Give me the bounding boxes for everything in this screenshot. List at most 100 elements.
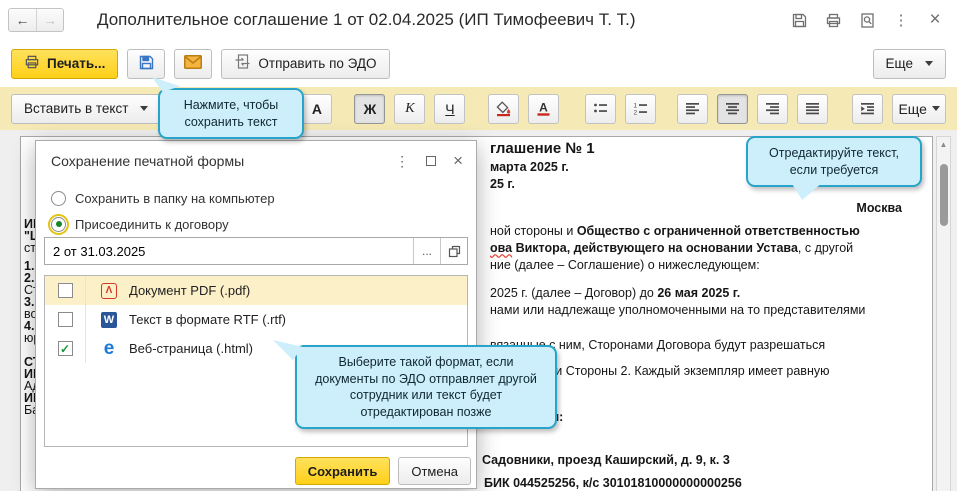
cancel-button[interactable]: Отмена xyxy=(398,457,471,485)
numbered-list-button[interactable]: 12 xyxy=(625,94,656,124)
font-button[interactable]: A xyxy=(301,94,332,124)
save-icon[interactable] xyxy=(789,10,809,30)
align-left-icon xyxy=(684,100,701,117)
insert-to-text-label: Вставить в текст xyxy=(24,101,128,116)
forward-arrow-icon: → xyxy=(43,12,57,28)
checkbox-icon[interactable] xyxy=(58,312,73,327)
nav-group: ← → xyxy=(8,8,64,32)
align-right-button[interactable] xyxy=(757,94,788,124)
edit-hint-callout: Отредактируйте текст, если требуется xyxy=(746,136,922,187)
format-label: Веб-страница (.html) xyxy=(129,341,253,356)
word-icon: W xyxy=(101,312,117,328)
dialog-title: Сохранение печатной формы xyxy=(51,153,244,169)
chevron-down-icon xyxy=(140,106,148,111)
edo-exchange-icon xyxy=(234,54,251,73)
maximize-icon[interactable] xyxy=(426,156,436,166)
chevron-down-icon xyxy=(932,106,940,111)
radio-label: Сохранить в папку на компьютер xyxy=(75,191,275,206)
preview-icon[interactable] xyxy=(857,10,877,30)
checkbox-cell xyxy=(45,305,86,334)
bold-button[interactable]: Ж xyxy=(354,94,385,124)
more-icon[interactable]: ⋮ xyxy=(395,154,409,168)
format-hint-text: Выберите такой формат, если документы по… xyxy=(315,355,537,419)
more-label: Еще xyxy=(898,101,927,117)
chevron-down-icon xyxy=(925,61,933,66)
checkbox-cell: ✓ xyxy=(45,334,86,363)
align-center-icon xyxy=(724,100,741,117)
more-button-toolbar2[interactable]: Еще xyxy=(892,94,946,124)
main-toolbar: Печать... Отправить по ЭДО Еще xyxy=(0,40,957,87)
checkbox-icon[interactable] xyxy=(58,283,73,298)
save-dialog: Сохранение печатной формы ⋮ × Сохранить … xyxy=(35,140,477,489)
back-button[interactable]: ← xyxy=(9,9,36,31)
more-icon[interactable]: ⋮ xyxy=(891,10,911,30)
align-center-button[interactable] xyxy=(717,94,748,124)
save-hint-callout: Нажмите, чтобы сохранить текст xyxy=(158,88,304,139)
format-hint-callout: Выберите такой формат, если документы по… xyxy=(295,345,557,429)
pdf-icon: Λ xyxy=(101,283,117,299)
save-destination-radio-group: Сохранить в папку на компьютер Присоедини… xyxy=(51,185,275,237)
align-justify-button[interactable] xyxy=(797,94,828,124)
radio-icon[interactable] xyxy=(51,191,66,206)
radio-icon[interactable] xyxy=(51,217,66,232)
scroll-up-icon[interactable]: ▲ xyxy=(937,140,950,149)
dialog-header: Сохранение печатной формы ⋮ × xyxy=(36,141,476,169)
print-button-label: Печать... xyxy=(47,56,105,71)
page-title: Дополнительное соглашение 1 от 02.04.202… xyxy=(97,10,636,30)
font-color-icon: A xyxy=(535,100,552,117)
radio-label: Присоединить к договору xyxy=(75,217,229,232)
mail-button[interactable] xyxy=(174,49,212,79)
font-color-button[interactable]: A xyxy=(528,94,559,124)
insert-to-text-button[interactable]: Вставить в текст xyxy=(11,94,161,124)
close-icon[interactable]: × xyxy=(925,10,945,30)
vertical-scrollbar[interactable]: ▲ xyxy=(936,136,951,491)
forward-button[interactable]: → xyxy=(36,9,63,31)
dialog-window-icons: ⋮ × xyxy=(395,152,463,169)
numbered-list-icon: 12 xyxy=(632,100,649,117)
save-button[interactable] xyxy=(127,49,165,79)
radio-option-0[interactable]: Сохранить в папку на компьютер xyxy=(51,185,275,211)
fill-color-icon xyxy=(495,100,512,117)
radio-option-1[interactable]: Присоединить к договору xyxy=(51,211,275,237)
format-toolbar: Вставить в текст A ЖК Ч A 12 Еще xyxy=(0,87,957,130)
svg-text:1: 1 xyxy=(634,103,638,110)
indent-icon xyxy=(859,100,876,117)
send-edo-button[interactable]: Отправить по ЭДО xyxy=(221,49,389,79)
send-edo-label: Отправить по ЭДО xyxy=(258,56,376,71)
more-button-toolbar1[interactable]: Еще xyxy=(873,49,946,79)
format-row-1[interactable]: W Текст в формате RTF (.rtf) xyxy=(45,305,467,334)
titlebar: ← → Дополнительное соглашение 1 от 02.04… xyxy=(0,0,957,40)
format-row-0[interactable]: Λ Документ PDF (.pdf) xyxy=(45,276,467,305)
font-glyph: A xyxy=(312,101,322,117)
close-icon[interactable]: × xyxy=(453,152,463,169)
more-label: Еще xyxy=(886,56,913,71)
align-justify-icon xyxy=(804,100,821,117)
edit-hint-text: Отредактируйте текст, если требуется xyxy=(769,146,899,177)
underline-button[interactable]: Ч xyxy=(434,94,465,124)
format-label: Текст в формате RTF (.rtf) xyxy=(129,312,286,327)
contract-field-value[interactable]: 2 от 31.03.2025 xyxy=(45,244,413,259)
window-icons: ⋮ × xyxy=(789,10,945,30)
checkbox-checked-icon[interactable]: ✓ xyxy=(58,341,73,356)
align-left-button[interactable] xyxy=(677,94,708,124)
underline-glyph: Ч xyxy=(445,101,454,117)
print-button[interactable]: Печать... xyxy=(11,49,118,79)
svg-text:2: 2 xyxy=(634,110,638,117)
scrollbar-thumb[interactable] xyxy=(940,164,948,226)
back-arrow-icon: ← xyxy=(16,12,30,28)
choose-button[interactable]: ... xyxy=(413,238,440,264)
edge-icon: e xyxy=(104,339,115,358)
bullet-list-button[interactable] xyxy=(585,94,616,124)
printer-icon xyxy=(24,54,40,73)
format-label: Документ PDF (.pdf) xyxy=(129,283,250,298)
open-link-icon[interactable] xyxy=(440,238,467,264)
app-window: ← → Дополнительное соглашение 1 от 02.04… xyxy=(0,0,957,491)
italic-button[interactable]: К xyxy=(394,94,425,124)
print-icon[interactable] xyxy=(823,10,843,30)
save-confirm-button[interactable]: Сохранить xyxy=(295,457,391,485)
contract-field[interactable]: 2 от 31.03.2025 ... xyxy=(44,237,468,265)
indent-button[interactable] xyxy=(852,94,883,124)
checkbox-cell xyxy=(45,276,86,305)
floppy-icon xyxy=(138,54,155,74)
fill-color-button[interactable] xyxy=(488,94,519,124)
